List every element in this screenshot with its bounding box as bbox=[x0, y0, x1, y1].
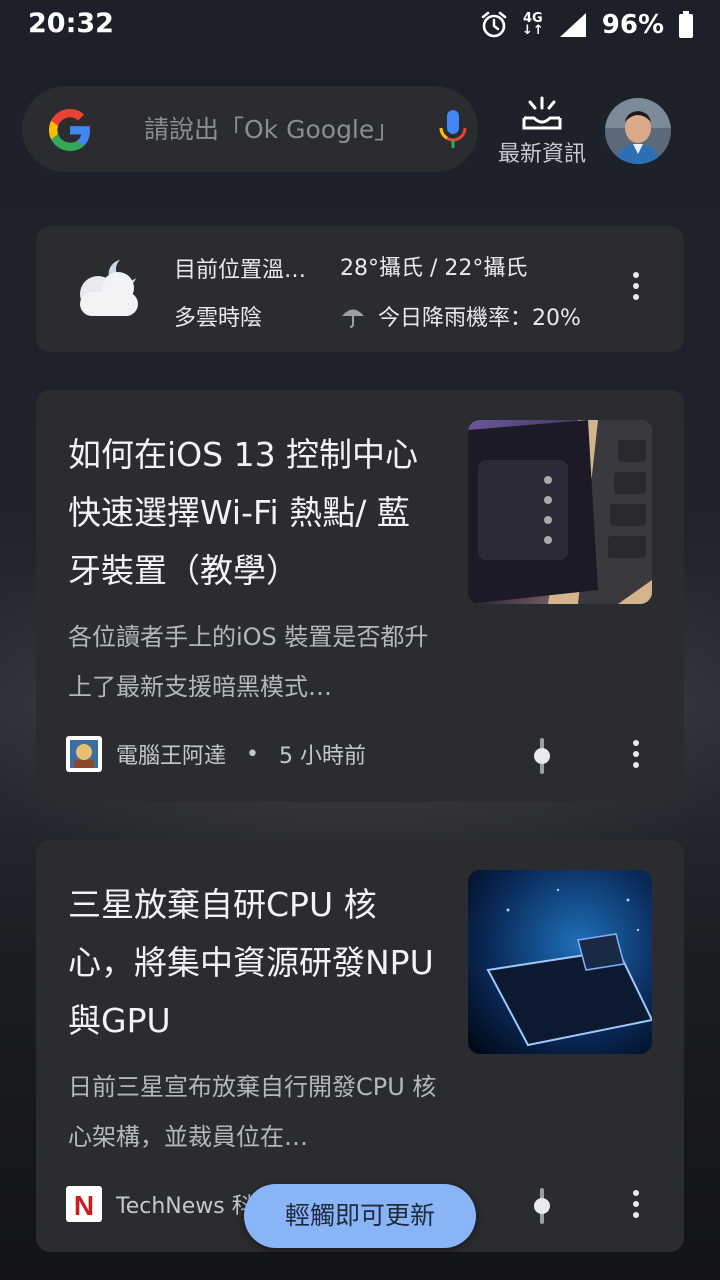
news-updates-button[interactable]: 最新資訊 bbox=[488, 92, 596, 172]
news-updates-label: 最新資訊 bbox=[497, 142, 586, 167]
interest-control-icon[interactable] bbox=[530, 1188, 554, 1224]
umbrella-icon bbox=[342, 309, 364, 328]
source-logo bbox=[66, 736, 102, 772]
source-name: 電腦王阿達 bbox=[116, 744, 227, 769]
weather-more-icon[interactable] bbox=[624, 266, 648, 306]
signal-icon bbox=[559, 13, 586, 37]
interest-control-icon[interactable] bbox=[530, 738, 554, 774]
data-arrows-icon: ↓↑ bbox=[521, 23, 544, 38]
weather-temperature: 28°攝氏 / 22°攝氏 bbox=[340, 256, 528, 281]
weather-rain-row: 今日降雨機率：20% bbox=[340, 300, 581, 332]
cloudy-night-icon bbox=[80, 260, 138, 316]
article-time: 5 小時前 bbox=[279, 744, 366, 769]
article-thumbnail[interactable] bbox=[468, 420, 652, 604]
article-thumbnail[interactable] bbox=[468, 870, 652, 1054]
search-placeholder: 請說出「Ok Google」 bbox=[144, 115, 400, 144]
weather-location: 目前位置溫… bbox=[174, 258, 307, 283]
status-bar: 20:32 4G ↓↑ 96% bbox=[0, 0, 720, 52]
weather-card[interactable]: 目前位置溫… 多雲時陰 28°攝氏 / 22°攝氏 今日降雨機率：20% bbox=[36, 226, 684, 352]
article-snippet: 各位讀者手上的iOS 裝置是否都升上了最新支援暗黑模式… bbox=[68, 623, 429, 701]
thumbnail-image bbox=[468, 870, 652, 1054]
avatar-image bbox=[605, 98, 671, 164]
article-source-row: N TechNews 科 bbox=[66, 1186, 254, 1222]
article-more-icon[interactable] bbox=[624, 1184, 648, 1224]
source-logo-letter: N bbox=[74, 1190, 94, 1221]
source-separator: • bbox=[246, 741, 259, 767]
source-name: TechNews 科 bbox=[116, 1194, 254, 1219]
refresh-button[interactable]: 輕觸即可更新 bbox=[244, 1184, 476, 1248]
battery-icon bbox=[679, 11, 693, 38]
article-title[interactable]: 三星放棄自研CPU 核心，將集中資源研發NPU 與GPU bbox=[68, 876, 438, 1050]
status-time: 20:32 bbox=[28, 8, 114, 39]
account-avatar[interactable] bbox=[605, 98, 671, 164]
article-title[interactable]: 如何在iOS 13 控制中心快速選擇Wi-Fi 熱點/ 藍牙裝置（教學） bbox=[68, 426, 438, 600]
thumbnail-image bbox=[468, 420, 652, 604]
article-card[interactable]: 如何在iOS 13 控制中心快速選擇Wi-Fi 熱點/ 藍牙裝置（教學） 各位讀… bbox=[36, 390, 684, 802]
status-icons: 4G ↓↑ 96% bbox=[480, 8, 694, 42]
network-indicator: 4G ↓↑ bbox=[521, 12, 544, 38]
weather-rain-chance: 今日降雨機率：20% bbox=[378, 306, 581, 331]
article-more-icon[interactable] bbox=[624, 734, 648, 774]
article-snippet: 日前三星宣布放棄自行開發CPU 核心架構，並裁員位在… bbox=[68, 1073, 437, 1151]
alarm-icon bbox=[481, 11, 507, 38]
google-g-icon bbox=[49, 109, 90, 151]
inbox-news-icon bbox=[522, 96, 562, 130]
article-source-row: 電腦王阿達 • 5 小時前 bbox=[66, 736, 366, 772]
source-logo: N bbox=[66, 1186, 102, 1222]
battery-percent: 96% bbox=[601, 10, 664, 40]
mic-icon[interactable] bbox=[436, 108, 470, 152]
weather-condition: 多雲時陰 bbox=[174, 306, 263, 331]
google-search-bar[interactable]: 請說出「Ok Google」 bbox=[22, 86, 478, 172]
